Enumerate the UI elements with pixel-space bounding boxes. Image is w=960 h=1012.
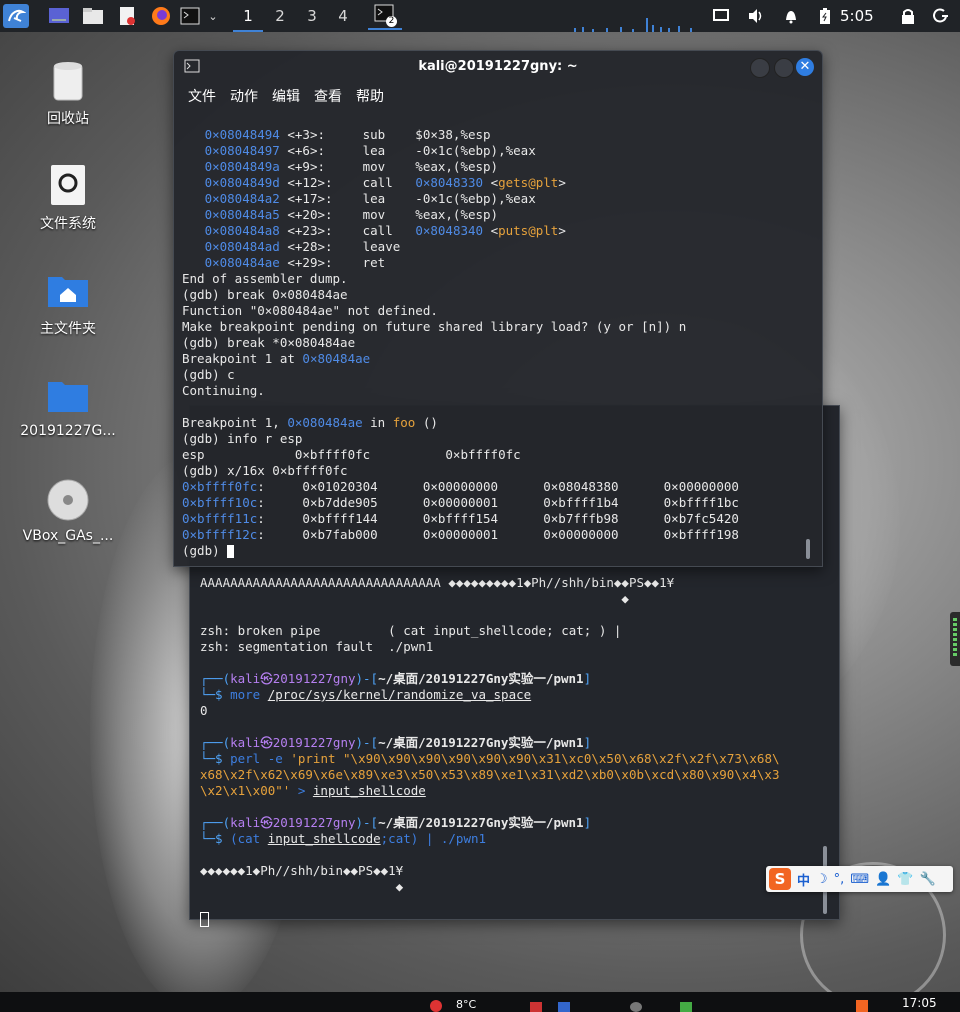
drive-icon — [46, 163, 90, 207]
kali-dragon-icon — [8, 9, 26, 22]
panel-clock[interactable]: 5:05 — [840, 0, 874, 32]
volume-icon — [749, 9, 762, 23]
text-editor-icon — [120, 7, 135, 25]
app-icon[interactable] — [430, 1000, 442, 1012]
workspace-1[interactable]: 1 — [233, 0, 263, 32]
workspace-3[interactable]: 3 — [297, 0, 327, 32]
back-terminal-output[interactable]: AAAAAAAAAAAAAAAAAAAAAAAAAAAAAAAA ◆◆◆◆◆◆◆… — [200, 559, 825, 959]
desktop-icon-home[interactable]: 主文件夹 — [8, 268, 128, 338]
folder-icon — [46, 373, 90, 417]
workspace-2[interactable]: 2 — [265, 0, 295, 32]
firefox-icon — [152, 7, 170, 25]
desktop-icon-folder[interactable]: 20191227G... — [8, 373, 128, 439]
firefox-button[interactable] — [148, 4, 174, 28]
tray-icon[interactable] — [558, 1002, 570, 1012]
host-taskbar: 8°C 17:05 — [0, 992, 960, 1012]
tray-icon[interactable] — [680, 1002, 692, 1012]
side-handle[interactable] — [950, 612, 960, 666]
trash-icon — [46, 58, 90, 102]
kali-menu-button[interactable] — [3, 4, 29, 28]
text-editor-button[interactable] — [114, 4, 140, 28]
home-folder-icon — [46, 268, 90, 312]
file-manager-icon — [83, 8, 103, 24]
host-clock[interactable]: 17:05 — [902, 996, 937, 1010]
close-icon: ✕ — [799, 59, 811, 74]
volume-button[interactable] — [745, 4, 767, 28]
lock-icon — [902, 9, 914, 24]
tray-icon[interactable] — [530, 1002, 542, 1012]
disc-icon — [46, 478, 90, 522]
launcher-dropdown[interactable]: ⌄ — [205, 4, 221, 28]
desktop-icon-trash[interactable]: 回收站 — [8, 58, 128, 128]
taskbar-terminal-item[interactable]: 2 — [368, 0, 402, 30]
sogou-tray-icon[interactable] — [856, 1000, 868, 1012]
desktop-icon-label: 20191227G... — [20, 423, 116, 439]
window-count-badge: 2 — [386, 16, 397, 27]
maximize-button[interactable] — [774, 58, 794, 78]
desktop-icon-label: 主文件夹 — [40, 321, 96, 337]
punctuation-icon[interactable]: °, — [834, 872, 845, 887]
front-terminal-menubar: 文件 动作 编辑 查看 帮助 — [174, 83, 822, 109]
battery-icon — [820, 8, 830, 24]
front-terminal-titlebar[interactable]: kali@20191227gny: ~ ✕ — [174, 51, 822, 83]
lock-screen-button[interactable] — [897, 4, 919, 28]
desktop-icon — [49, 8, 69, 23]
desktop-icon-label: 文件系统 — [40, 216, 96, 232]
desktop-icon-label: 回收站 — [47, 111, 89, 127]
weather-temp: 8°C — [456, 998, 477, 1011]
desktop-icon-vbox[interactable]: VBox_GAs_... — [8, 478, 128, 544]
chevron-down-icon: ⌄ — [208, 9, 218, 23]
cpu-graph — [574, 18, 692, 32]
file-manager-button[interactable] — [80, 4, 106, 28]
tray-icon[interactable] — [630, 1002, 642, 1012]
notifications-button[interactable] — [780, 4, 802, 28]
desktop-icon-filesystem[interactable]: 文件系统 — [8, 163, 128, 233]
terminal-cursor — [227, 545, 235, 558]
terminal-cursor — [200, 912, 209, 927]
power-icon — [933, 8, 948, 23]
display-button[interactable] — [710, 4, 732, 28]
level-indicator — [953, 618, 957, 658]
logout-button[interactable] — [930, 4, 952, 28]
menu-edit[interactable]: 编辑 — [272, 86, 300, 106]
show-desktop-button[interactable] — [46, 4, 72, 28]
front-terminal-scrollbar[interactable] — [806, 539, 810, 559]
menu-file[interactable]: 文件 — [188, 86, 216, 106]
front-terminal-output[interactable]: 0×08048494 <+3>: sub $0×38,%esp 0×080484… — [182, 111, 802, 591]
wrench-icon[interactable]: 🔧 — [919, 872, 935, 887]
menu-view[interactable]: 查看 — [314, 86, 342, 106]
bell-icon — [786, 11, 796, 24]
skin-icon[interactable]: 👕 — [897, 872, 913, 887]
terminal-icon — [180, 7, 200, 25]
close-button[interactable]: ✕ — [796, 58, 814, 76]
desktop-icon-label: VBox_GAs_... — [22, 528, 114, 544]
top-panel: ⌄ 1 2 3 4 2 5:05 — [0, 0, 960, 32]
monitor-icon — [713, 9, 729, 21]
menu-help[interactable]: 帮助 — [356, 86, 384, 106]
ime-toolbar[interactable]: S 中 ☽ °, ⌨ 👤 👕 🔧 — [766, 866, 953, 892]
front-terminal-window[interactable]: kali@20191227gny: ~ ✕ 文件 动作 编辑 查看 帮助 0×0… — [173, 50, 823, 567]
minimize-button[interactable] — [750, 58, 770, 78]
moon-icon[interactable]: ☽ — [816, 872, 828, 887]
ime-mode-label[interactable]: 中 — [797, 870, 810, 889]
workspace-4[interactable]: 4 — [328, 0, 358, 32]
sogou-logo-icon: S — [769, 868, 791, 890]
keyboard-icon[interactable]: ⌨ — [850, 872, 869, 887]
terminal-launcher-button[interactable] — [178, 4, 202, 28]
window-title: kali@20191227gny: ~ — [418, 59, 578, 74]
battery-button[interactable] — [814, 4, 836, 28]
user-icon[interactable]: 👤 — [875, 872, 891, 887]
menu-actions[interactable]: 动作 — [230, 86, 258, 106]
